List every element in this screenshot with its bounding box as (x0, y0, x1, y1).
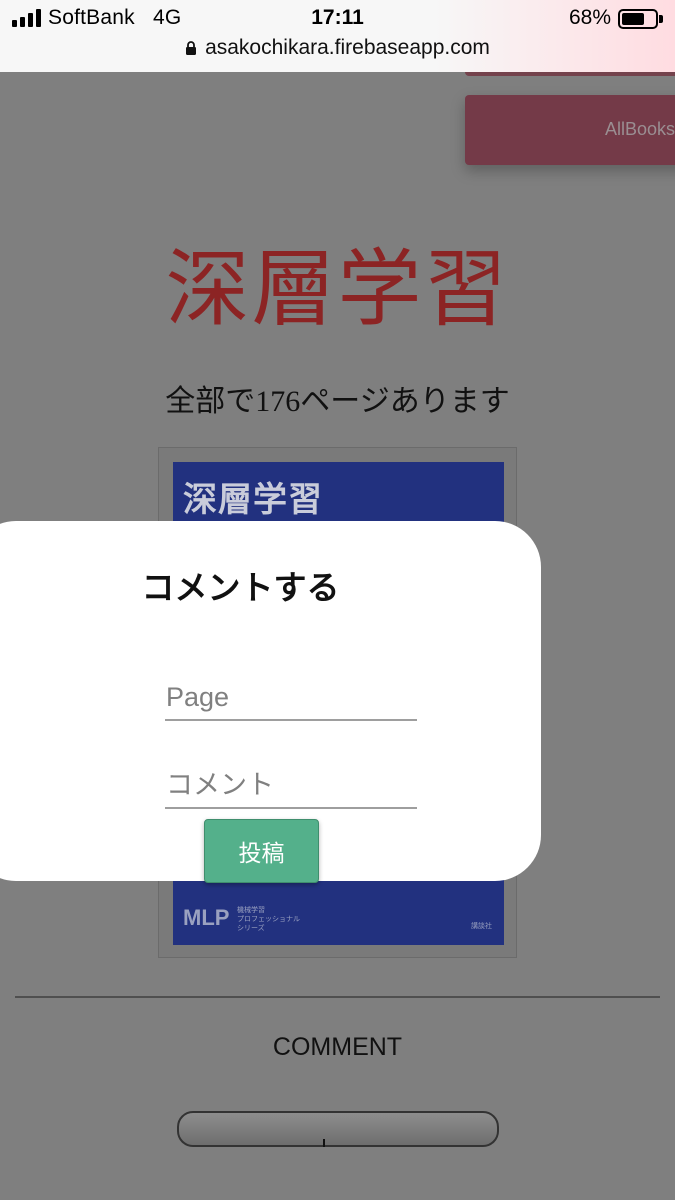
book-title: 深層学習 (165, 244, 510, 337)
cover-series-name: 機械学習 プロフェッショナル シリーズ (237, 906, 300, 933)
comment-input[interactable] (165, 764, 417, 809)
url-text: asakochikara.firebaseapp.com (205, 36, 490, 59)
modal-title: コメントする (141, 569, 340, 606)
cover-series-line: シリーズ (237, 925, 265, 932)
allbooks-button-label: AllBooks (605, 119, 675, 139)
cover-series-line: プロフェッショナル (237, 916, 300, 923)
comment-list-button (177, 1111, 499, 1147)
address-bar[interactable]: asakochikara.firebaseapp.com (0, 36, 675, 60)
comment-section-heading: COMMENT (272, 1033, 403, 1061)
battery-nub (659, 15, 663, 23)
allbooks-button: AllBooks (465, 95, 675, 165)
cover-series-logo: MLP (183, 905, 230, 930)
cover-title: 深層学習 (183, 481, 323, 519)
page-number-input[interactable] (165, 676, 417, 721)
lock-icon (186, 41, 197, 55)
page-count-text: 全部で176ページあります (165, 385, 510, 418)
screen: AllBooks 深層学習 全部で176ページあります 深層学習 MLP 機械学… (0, 0, 675, 1200)
status-bar: SoftBank 4G 17:11 68% asakochikara.fireb… (0, 0, 675, 72)
battery-percent: 68% (568, 6, 611, 29)
submit-comment-button[interactable]: 投稿 (204, 819, 319, 883)
section-divider (15, 996, 660, 998)
cover-publisher: 講談社 (471, 923, 492, 930)
cover-series-line: 機械学習 (237, 907, 265, 914)
battery-level-fill (622, 13, 644, 25)
battery-icon (618, 9, 658, 29)
